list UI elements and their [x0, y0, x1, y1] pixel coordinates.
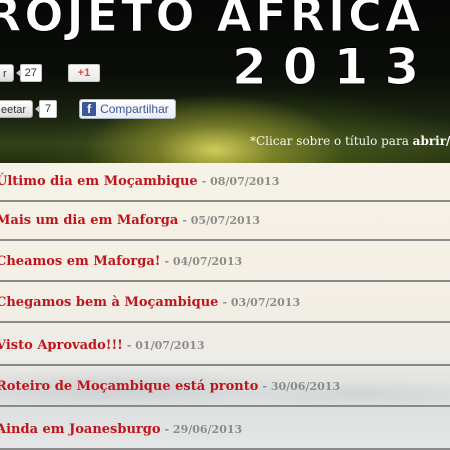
instruction-text: *Clicar sobre o título para abrir/f [250, 134, 450, 148]
post-title-link[interactable]: Roteiro de Moçambique está pronto [0, 379, 258, 394]
share-label: Compartilhar [100, 102, 169, 116]
blog-title-year[interactable]: 2013 [231, 38, 435, 97]
instruction-prefix: *Clicar sobre o título para [250, 134, 413, 148]
post-title-link[interactable]: Chegamos bem à Moçambique [0, 295, 218, 310]
list-item[interactable]: Mais um dia em Maforga - 05/07/2013 [0, 202, 450, 241]
post-date: - 04/07/2013 [164, 255, 243, 268]
list-item[interactable]: Último dia em Moçambique - 08/07/2013 [0, 163, 450, 202]
instruction-bold: abrir/f [412, 134, 450, 148]
post-title-link[interactable]: Mais um dia em Maforga [0, 213, 178, 228]
list-item[interactable]: Chegamos bem à Moçambique - 03/07/2013 [0, 284, 450, 323]
post-title-link[interactable]: Cheamos em Maforga! [0, 254, 160, 269]
tweet-button[interactable]: eetar [0, 100, 34, 118]
post-title-link[interactable]: Último dia em Moçambique [0, 174, 198, 189]
post-date: - 03/07/2013 [222, 296, 301, 309]
post-date: - 30/06/2013 [262, 380, 341, 393]
blog-title[interactable]: ROJETO AFRICA [0, 0, 423, 43]
list-item[interactable]: Roteiro de Moçambique está pronto - 30/0… [0, 368, 450, 407]
post-title-link[interactable]: Ainda em Joanesburgo [0, 422, 161, 437]
header-banner: ROJETO AFRICA 2013 r 27 +1 eetar 7 f Com… [0, 0, 450, 163]
post-date: - 29/06/2013 [164, 423, 243, 436]
post-list: Último dia em Moçambique - 08/07/2013 Ma… [0, 163, 450, 450]
facebook-icon: f [82, 102, 97, 116]
facebook-share-button[interactable]: f Compartilhar [79, 99, 176, 119]
google-plus-button[interactable]: +1 [67, 64, 100, 82]
list-item[interactable]: Visto Aprovado!!! - 01/07/2013 [0, 327, 450, 366]
facebook-like-button[interactable]: r [0, 64, 14, 82]
social-row-1: r 27 +1 [0, 64, 100, 82]
like-count: 27 [15, 64, 42, 82]
post-date: - 08/07/2013 [201, 175, 280, 188]
tweet-count: 7 [35, 100, 58, 118]
post-date: - 05/07/2013 [182, 214, 260, 227]
list-item[interactable]: Cheamos em Maforga! - 04/07/2013 [0, 243, 450, 282]
post-title-link[interactable]: Visto Aprovado!!! [0, 338, 123, 353]
post-date: - 01/07/2013 [126, 339, 205, 352]
social-row-2: eetar 7 f Compartilhar [0, 99, 176, 119]
list-item[interactable]: Ainda em Joanesburgo - 29/06/2013 [0, 411, 450, 450]
